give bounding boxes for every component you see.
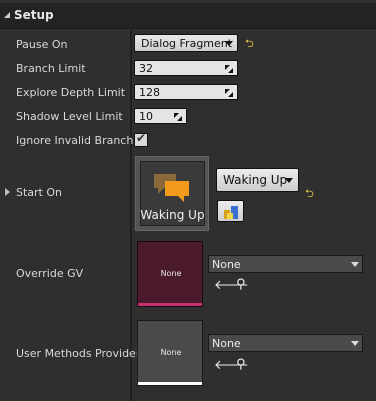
browse-search-icon[interactable]: ⚲ — [236, 357, 246, 372]
collapse-arrow-icon[interactable] — [4, 12, 10, 18]
chevron-down-icon — [285, 178, 293, 183]
override-gv-combo-value: None — [212, 258, 241, 271]
chevron-down-icon — [351, 262, 359, 267]
pause-on-value: Dialog Fragment — [141, 37, 233, 50]
user-methods-asset-combo[interactable]: None — [208, 334, 363, 352]
checkmark-icon: ✔ — [136, 131, 147, 145]
explore-depth-field[interactable]: 128 — [134, 84, 238, 100]
chevron-down-icon — [351, 341, 359, 346]
override-gv-asset-combo[interactable]: None — [208, 255, 363, 273]
ignore-invalid-checkbox[interactable]: ✔ — [134, 131, 148, 147]
browse-search-icon[interactable]: ⚲ — [236, 277, 246, 292]
shadow-level-value: 10 — [139, 110, 153, 123]
explore-depth-label: Explore Depth Limit — [16, 86, 126, 99]
user-methods-thumb-text: None — [160, 348, 182, 357]
asset-color-strip — [138, 303, 202, 306]
asset-color-strip — [138, 382, 202, 385]
spin-arrows-icon[interactable] — [224, 88, 234, 98]
participants-icon — [224, 206, 238, 219]
details-panel: Setup Pause On Dialog Fragment ⮌ Branch … — [0, 0, 376, 401]
branch-limit-label: Branch Limit — [16, 62, 86, 75]
branch-limit-value: 32 — [139, 62, 153, 75]
reset-to-default-icon[interactable]: ⮌ — [245, 35, 254, 54]
spin-arrows-icon[interactable] — [173, 112, 183, 122]
expand-arrow-icon[interactable] — [5, 188, 10, 196]
user-methods-thumbnail[interactable]: None — [137, 320, 203, 386]
shadow-level-label: Shadow Level Limit — [16, 110, 123, 123]
pause-on-label: Pause On — [16, 38, 68, 51]
start-on-node-value: Waking Up — [223, 173, 288, 187]
override-gv-thumbnail[interactable]: None — [137, 241, 203, 307]
section-title: Setup — [14, 8, 54, 22]
section-header-setup[interactable]: Setup — [0, 3, 376, 29]
shadow-level-field[interactable]: 10 — [134, 108, 187, 124]
override-gv-thumb-text: None — [160, 269, 182, 278]
branch-limit-field[interactable]: 32 — [134, 60, 238, 76]
participants-button[interactable] — [217, 200, 244, 222]
start-on-node-dropdown[interactable]: Waking Up — [216, 168, 299, 192]
user-methods-combo-value: None — [212, 337, 241, 350]
spin-arrows-icon[interactable] — [224, 64, 234, 74]
explore-depth-value: 128 — [139, 86, 160, 99]
start-on-label: Start On — [16, 186, 62, 199]
pause-on-dropdown[interactable]: Dialog Fragment — [134, 34, 238, 52]
chevron-down-icon — [225, 41, 233, 46]
override-gv-label: Override GV — [16, 267, 84, 280]
ignore-invalid-label: Ignore Invalid Branches — [16, 134, 146, 147]
start-on-thumb-label: Waking Up — [140, 208, 205, 222]
user-methods-label: User Methods Provider — [16, 347, 141, 360]
column-divider[interactable] — [130, 30, 132, 401]
speech-bubbles-icon — [154, 174, 189, 202]
reset-to-default-icon[interactable]: ⮌ — [305, 185, 314, 204]
